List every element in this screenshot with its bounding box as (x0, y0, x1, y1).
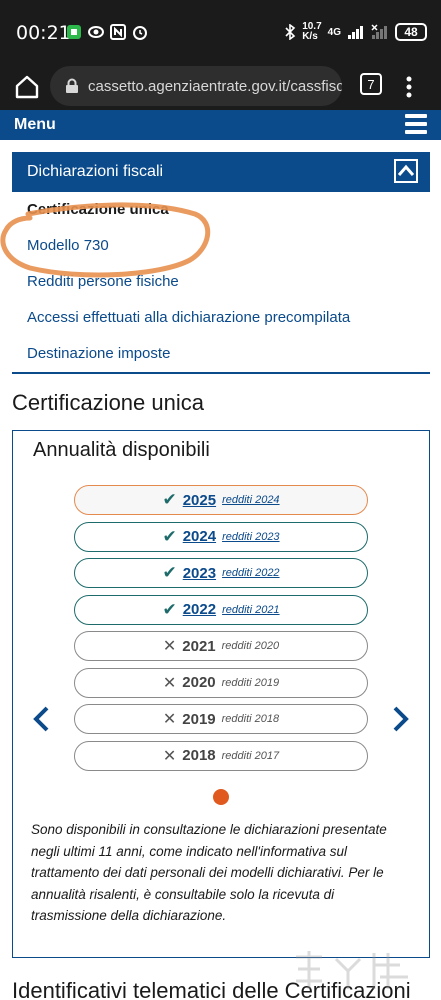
submenu-title: Dichiarazioni fiscali (27, 163, 164, 180)
eye-icon (88, 26, 104, 38)
x-icon: ✕ (162, 638, 177, 655)
nfc-icon (110, 24, 126, 40)
year-button-2018[interactable]: ✕ 2018 redditi 2017 (74, 740, 368, 771)
x-icon: ✕ (162, 711, 177, 728)
chevron-up-icon (397, 164, 415, 176)
submenu-item-redditi-persone-fisiche[interactable]: Redditi persone fisiche (12, 264, 430, 300)
submenu-header[interactable]: Dichiarazioni fiscali (12, 152, 430, 192)
alarm-icon (133, 26, 147, 40)
year-label: 2019 (182, 710, 216, 728)
address-bar[interactable]: cassetto.agenziaentrate.gov.it/cassfisc-… (50, 66, 342, 106)
status-time: 00:21 (16, 22, 71, 44)
year-sublabel: redditi 2023 (222, 530, 280, 543)
collapse-button[interactable] (394, 159, 418, 183)
year-sublabel: redditi 2018 (221, 713, 280, 725)
year-sublabel: redditi 2024 (222, 494, 280, 506)
menu-label[interactable]: Menu (14, 116, 56, 134)
notification-icons (66, 24, 148, 40)
panel-title: Annualità disponibili (33, 439, 210, 461)
year-button-2019[interactable]: ✕ 2019 redditi 2018 (74, 704, 368, 734)
year-label: 2022 (182, 601, 217, 618)
app-notification-icon (67, 25, 81, 39)
year-button-2021[interactable]: ✕ 2021 redditi 2020 (74, 631, 368, 661)
year-button-2022[interactable]: ✔ 2022 redditi 2021 (74, 594, 368, 625)
battery-indicator: 48 (395, 23, 427, 41)
chevron-right-icon[interactable] (391, 705, 411, 733)
section-title: Certificazione unica (12, 390, 204, 415)
year-label: 2023 (182, 564, 217, 582)
home-icon[interactable] (12, 72, 42, 102)
more-vert-icon[interactable] (404, 72, 414, 102)
submenu-item-destinazione-imposte[interactable]: Destinazione imposte (12, 336, 430, 372)
status-bar: 00:21 10.7 K/s 4G 48 (0, 0, 441, 66)
x-icon: ✕ (162, 747, 177, 765)
site-menu-bar: Menu (0, 110, 441, 140)
bluetooth-icon (285, 24, 296, 40)
signal-icon (348, 26, 363, 39)
year-label: 2020 (182, 674, 216, 691)
check-icon: ✔ (162, 599, 177, 619)
browser-toolbar: cassetto.agenziaentrate.gov.it/cassfisc-… (0, 66, 441, 110)
submenu-item-modello-730[interactable]: Modello 730 (12, 228, 430, 264)
network-type: 4G (327, 26, 341, 38)
watermark-logo (296, 951, 408, 989)
year-button-2025[interactable]: ✔ 2025 redditi 2024 (74, 485, 368, 515)
check-icon: ✔ (162, 490, 177, 509)
year-label: 2024 (182, 528, 217, 545)
lock-icon (66, 78, 78, 93)
carousel-dot[interactable] (213, 789, 229, 805)
year-label: 2018 (182, 747, 216, 764)
check-icon: ✔ (162, 526, 177, 546)
x-icon: ✕ (162, 674, 177, 692)
submenu-list: Certificazione unica Modello 730 Redditi… (12, 192, 430, 372)
year-button-2024[interactable]: ✔ 2024 redditi 2023 (74, 521, 368, 552)
tab-switcher-button[interactable]: 7 (360, 73, 382, 95)
url-text: cassetto.agenziaentrate.gov.it/cassfisc-… (88, 77, 342, 95)
info-text: Sono disponibili in consultazione le dic… (31, 822, 387, 924)
net-speed: 10.7 K/s (302, 21, 322, 42)
year-button-2020[interactable]: ✕ 2020 redditi 2019 (74, 667, 368, 698)
year-label: 2025 (182, 491, 217, 509)
year-sublabel: redditi 2021 (222, 603, 280, 616)
hamburger-icon[interactable] (405, 114, 427, 134)
annualita-panel: Annualità disponibili ✔ 2025 redditi 2024 ✔… (12, 430, 430, 958)
year-sublabel: redditi 2022 (222, 567, 280, 579)
year-sublabel: redditi 2020 (221, 640, 280, 652)
year-sublabel: redditi 2019 (221, 676, 280, 689)
year-label: 2021 (182, 637, 216, 655)
submenu-item-certificazione-unica[interactable]: Certificazione unica (12, 192, 430, 228)
check-icon: ✔ (162, 563, 177, 582)
submenu-divider (12, 372, 430, 374)
chevron-left-icon[interactable] (31, 705, 51, 733)
status-right: 10.7 K/s 4G 48 (284, 22, 427, 42)
signal-nosim-icon (371, 24, 387, 39)
submenu-item-accessi-precompilata[interactable]: Accessi effettuati alla dichiarazione pr… (12, 300, 430, 336)
year-button-2023[interactable]: ✔ 2023 redditi 2022 (74, 558, 368, 588)
year-sublabel: redditi 2017 (221, 749, 280, 762)
